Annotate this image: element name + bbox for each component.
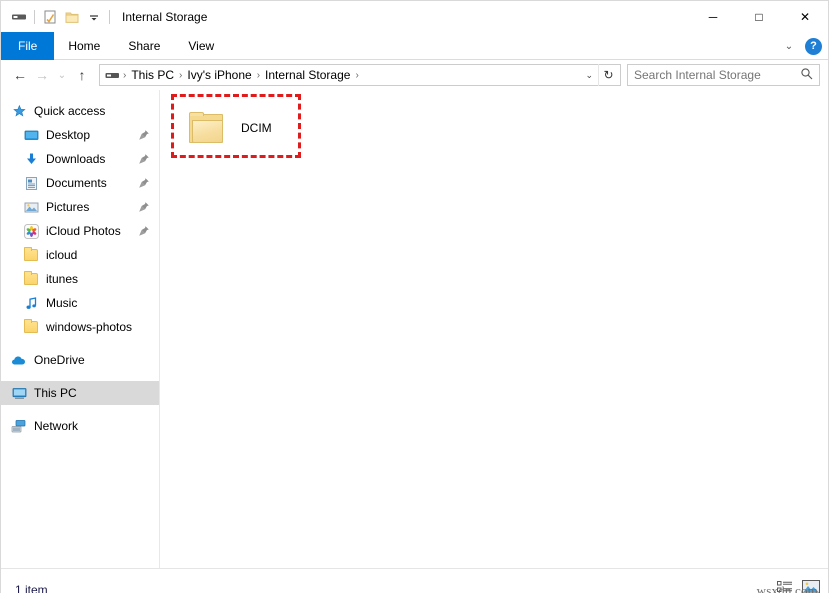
item-count-label: 1 item [15, 583, 48, 593]
file-name-label: DCIM [241, 121, 272, 135]
toolbar-divider-2 [109, 10, 110, 24]
breadcrumb-item-this-pc[interactable]: This PC [127, 68, 178, 82]
search-input[interactable] [634, 68, 800, 82]
pin-icon[interactable] [137, 128, 150, 141]
sidebar-item-label: This PC [34, 386, 77, 400]
close-button[interactable]: ✕ [782, 1, 828, 32]
breadcrumb-item-ivys-iphone[interactable]: Ivy's iPhone [183, 68, 255, 82]
sidebar-item-this-pc[interactable]: This PC [1, 381, 159, 405]
list-item[interactable]: DCIM [180, 99, 305, 157]
maximize-button[interactable]: □ [736, 1, 782, 32]
sidebar-item-windows-photos[interactable]: windows-photos [1, 315, 159, 339]
sidebar-item-label: windows-photos [46, 320, 132, 334]
new-folder-icon[interactable] [61, 6, 83, 28]
breadcrumb[interactable]: › This PC › Ivy's iPhone › Internal Stor… [99, 64, 621, 86]
sidebar-item-label: Network [34, 419, 78, 433]
sidebar-item-onedrive[interactable]: OneDrive [1, 348, 159, 372]
documents-icon [23, 175, 39, 191]
file-list-pane[interactable]: DCIM [160, 90, 828, 568]
sidebar-item-music[interactable]: Music [1, 291, 159, 315]
sidebar-item-label: OneDrive [34, 353, 85, 367]
sidebar-item-downloads[interactable]: Downloads [1, 147, 159, 171]
sidebar-item-label: Quick access [34, 104, 105, 118]
desktop-icon [23, 127, 39, 143]
toolbar-divider-1 [34, 10, 35, 24]
folder-icon [23, 271, 39, 287]
sidebar-spacer [1, 339, 159, 348]
tab-home[interactable]: Home [54, 32, 114, 60]
sidebar-item-label: Documents [46, 176, 107, 190]
pin-icon[interactable] [137, 176, 150, 189]
sidebar-item-desktop[interactable]: Desktop [1, 123, 159, 147]
title-bar: Internal Storage ─ □ ✕ [1, 1, 828, 32]
network-icon [11, 418, 27, 434]
search-icon[interactable] [800, 67, 813, 83]
pin-icon[interactable] [137, 152, 150, 165]
folder-icon [189, 112, 225, 144]
downloads-icon [23, 151, 39, 167]
sidebar-item-label: Pictures [46, 200, 89, 214]
folder-icon [23, 319, 39, 335]
help-icon[interactable]: ? [805, 38, 822, 55]
recent-locations-button[interactable]: ⌄ [53, 64, 71, 86]
this-pc-icon [105, 69, 120, 82]
minimize-button[interactable]: ─ [690, 1, 736, 32]
music-icon [23, 295, 39, 311]
sidebar-item-itunes[interactable]: itunes [1, 267, 159, 291]
address-bar: ← → ⌄ ↑ › This PC › Ivy's iPhone › Inter… [1, 60, 828, 90]
back-button[interactable]: ← [9, 64, 31, 86]
chevron-down-icon[interactable]: ⌄ [782, 39, 796, 53]
status-bar: 1 item wsxdn.com [1, 568, 828, 593]
pin-icon[interactable] [137, 224, 150, 237]
ribbon-tab-bar: File Home Share View ⌄ ? [1, 32, 828, 60]
sidebar-item-icloud[interactable]: icloud [1, 243, 159, 267]
sidebar-item-label: Music [46, 296, 77, 310]
tab-view[interactable]: View [174, 32, 228, 60]
quick-access-toolbar: Internal Storage [1, 6, 207, 28]
window-title: Internal Storage [122, 10, 207, 24]
watermark-label: wsxdn.com [757, 583, 818, 593]
icloud-photos-icon [23, 223, 39, 239]
pin-icon[interactable] [137, 200, 150, 213]
tab-share[interactable]: Share [114, 32, 174, 60]
sidebar-item-label: icloud [46, 248, 77, 262]
navigation-pane: Quick access Desktop [1, 90, 160, 568]
folder-icon [23, 247, 39, 263]
sidebar-spacer [1, 405, 159, 414]
onedrive-icon [11, 352, 27, 368]
refresh-icon[interactable]: ↻ [598, 64, 618, 86]
sidebar-item-network[interactable]: Network [1, 414, 159, 438]
this-pc-icon[interactable] [8, 6, 30, 28]
sidebar-item-label: iCloud Photos [46, 224, 121, 238]
explorer-body: Quick access Desktop [1, 90, 828, 568]
breadcrumb-item-internal-storage[interactable]: Internal Storage [261, 68, 354, 82]
properties-icon[interactable] [39, 6, 61, 28]
sidebar-item-quick-access[interactable]: Quick access [1, 99, 159, 123]
pictures-icon [23, 199, 39, 215]
file-explorer-window: Internal Storage ─ □ ✕ File Home Share V… [0, 0, 829, 593]
chevron-down-icon[interactable]: ⌄ [580, 70, 598, 81]
window-controls: ─ □ ✕ [690, 1, 828, 32]
sidebar-item-documents[interactable]: Documents [1, 171, 159, 195]
ribbon-right-controls: ⌄ ? [782, 32, 822, 60]
sidebar-item-label: itunes [46, 272, 78, 286]
sidebar-item-label: Downloads [46, 152, 105, 166]
sidebar-item-pictures[interactable]: Pictures [1, 195, 159, 219]
customize-dropdown-icon[interactable] [83, 6, 105, 28]
star-pin-icon [11, 103, 27, 119]
sidebar-spacer [1, 372, 159, 381]
breadcrumb-separator[interactable]: › [354, 70, 359, 81]
sidebar-item-label: Desktop [46, 128, 90, 142]
this-pc-icon [11, 385, 27, 401]
forward-button[interactable]: → [31, 64, 53, 86]
tab-file[interactable]: File [1, 32, 54, 60]
search-box[interactable] [627, 64, 820, 86]
up-button[interactable]: ↑ [71, 64, 93, 86]
sidebar-item-icloud-photos[interactable]: iCloud Photos [1, 219, 159, 243]
